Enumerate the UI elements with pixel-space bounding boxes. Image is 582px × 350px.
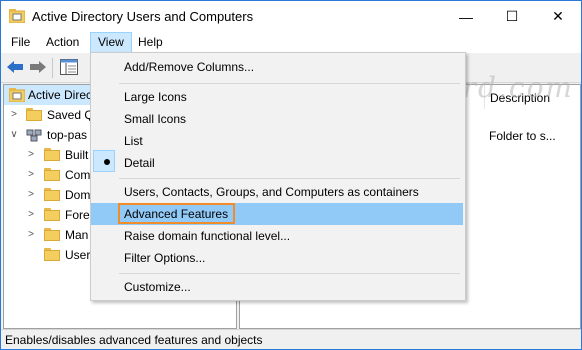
menu-item-label: Small Icons: [124, 112, 187, 126]
folder-icon: [44, 248, 60, 261]
title-bar[interactable]: Active Directory Users and Computers — ☐…: [1, 1, 581, 32]
folder-icon: [44, 228, 60, 241]
show-hide-console-tree-button[interactable]: [59, 58, 79, 76]
view-menu-dropdown: Add/Remove Columns... Large Icons Small …: [90, 52, 466, 301]
menu-item-add-remove-columns[interactable]: Add/Remove Columns...: [91, 56, 463, 78]
menu-item-label: Users, Contacts, Groups, and Computers a…: [124, 185, 419, 199]
chevron-right-icon[interactable]: >: [25, 225, 37, 245]
back-arrow-icon: [7, 61, 23, 73]
menu-item-label: Filter Options...: [124, 251, 206, 265]
domain-icon: [26, 129, 42, 142]
tree-item-label: top-pas: [47, 128, 88, 142]
menu-item-large-icons[interactable]: Large Icons: [91, 86, 463, 108]
folder-icon: [26, 108, 42, 121]
tree-item-label: Man: [65, 228, 89, 242]
menu-help[interactable]: Help: [131, 32, 170, 53]
ad-console-icon: [9, 88, 25, 102]
back-button[interactable]: [5, 58, 25, 76]
ad-users-computers-icon: [9, 9, 25, 23]
menu-bar: File Action View Help: [1, 32, 581, 53]
menu-file[interactable]: File: [4, 32, 37, 53]
folder-icon: [44, 168, 60, 181]
tree-item-label: Dom: [65, 188, 91, 202]
menu-action[interactable]: Action: [39, 32, 86, 53]
status-text: Enables/disables advanced features and o…: [5, 333, 263, 347]
highlight-box: [118, 203, 235, 224]
window-title: Active Directory Users and Computers: [32, 9, 254, 24]
menu-item-label: Raise domain functional level...: [124, 229, 291, 243]
ou-folder-icon: [44, 188, 60, 201]
menu-item-filter-options[interactable]: Filter Options...: [91, 247, 463, 269]
folder-icon: [44, 148, 60, 161]
menu-separator: [119, 273, 460, 274]
description-cell: Folder to s...: [489, 129, 556, 143]
forward-arrow-icon: [30, 61, 46, 73]
menu-item-raise-domain-level[interactable]: Raise domain functional level...: [91, 225, 463, 247]
chevron-right-icon[interactable]: >: [8, 105, 20, 125]
minimize-button[interactable]: —: [443, 1, 489, 32]
column-header-description[interactable]: Description: [484, 85, 550, 109]
status-bar: Enables/disables advanced features and o…: [1, 329, 581, 349]
menu-item-users-contacts-as-containers[interactable]: Users, Contacts, Groups, and Computers a…: [91, 181, 463, 203]
menu-item-label: Large Icons: [124, 90, 187, 104]
folder-icon: [44, 208, 60, 221]
forward-button[interactable]: [28, 58, 48, 76]
menu-item-label: Add/Remove Columns...: [124, 60, 255, 74]
menu-item-label: List: [124, 134, 143, 148]
menu-item-list[interactable]: List: [91, 130, 463, 152]
chevron-right-icon[interactable]: >: [25, 165, 37, 185]
tree-item-label: Com: [65, 168, 91, 182]
menu-item-label: Customize...: [124, 280, 191, 294]
app-window: Active Directory Users and Computers — ☐…: [0, 0, 582, 350]
menu-item-label: Detail: [124, 156, 155, 170]
menu-item-customize[interactable]: Customize...: [91, 276, 463, 298]
chevron-right-icon[interactable]: >: [25, 205, 37, 225]
tree-item-label: Built: [65, 148, 89, 162]
menu-item-small-icons[interactable]: Small Icons: [91, 108, 463, 130]
maximize-button[interactable]: ☐: [489, 1, 535, 32]
tree-item-label: Saved Q: [47, 108, 94, 122]
console-tree-icon: [60, 59, 78, 75]
maximize-icon: ☐: [505, 8, 519, 24]
close-icon: ✕: [552, 8, 564, 24]
toolbar-separator: [52, 58, 53, 78]
tree-item-label: Fore: [65, 208, 90, 222]
chevron-down-icon[interactable]: ∨: [8, 125, 20, 145]
minimize-icon: —: [459, 8, 473, 25]
chevron-right-icon[interactable]: >: [25, 145, 37, 165]
menu-item-detail[interactable]: Detail: [91, 152, 463, 174]
menu-view[interactable]: View: [90, 32, 132, 53]
tree-item-label: User: [65, 248, 91, 262]
menu-separator: [119, 178, 460, 179]
chevron-right-icon[interactable]: >: [25, 185, 37, 205]
close-button[interactable]: ✕: [535, 1, 581, 32]
menu-separator: [119, 83, 460, 84]
